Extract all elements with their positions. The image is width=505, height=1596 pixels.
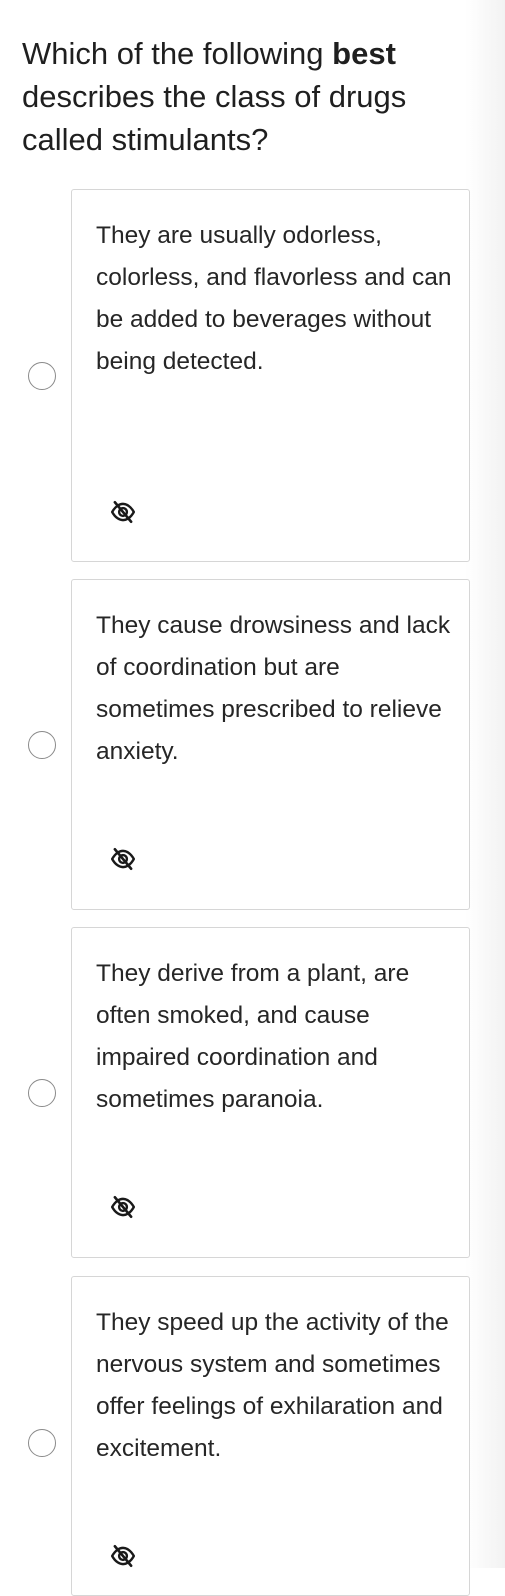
- radio-button[interactable]: [28, 731, 56, 759]
- answer-option-4[interactable]: They speed up the activity of the nervou…: [0, 1276, 505, 1596]
- eye-off-icon[interactable]: [110, 1543, 136, 1569]
- radio-button[interactable]: [28, 1429, 56, 1457]
- answer-text: They derive from a plant, are often smok…: [96, 960, 410, 1113]
- answer-option-1[interactable]: They are usually odorless, colorless, an…: [0, 189, 505, 562]
- answer-text: They cause drowsiness and lack of coordi…: [96, 612, 451, 765]
- radio-button[interactable]: [28, 1079, 56, 1107]
- answer-card[interactable]: They derive from a plant, are often smok…: [71, 927, 470, 1258]
- question-suffix: describes the class of drugs called stim…: [22, 79, 407, 157]
- question-prefix: Which of the following: [22, 36, 333, 71]
- answer-option-2[interactable]: They cause drowsiness and lack of coordi…: [0, 579, 505, 910]
- eye-off-icon[interactable]: [110, 1194, 136, 1220]
- radio-button[interactable]: [28, 362, 56, 390]
- answer-card[interactable]: They speed up the activity of the nervou…: [71, 1276, 470, 1596]
- answer-text: They are usually odorless, colorless, an…: [96, 222, 452, 375]
- answer-card[interactable]: They cause drowsiness and lack of coordi…: [71, 579, 470, 910]
- eye-off-icon[interactable]: [110, 846, 136, 872]
- answer-option-3[interactable]: They derive from a plant, are often smok…: [0, 927, 505, 1258]
- answer-text: They speed up the activity of the nervou…: [96, 1309, 449, 1462]
- answer-card[interactable]: They are usually odorless, colorless, an…: [71, 189, 470, 562]
- question-text: Which of the following best describes th…: [22, 32, 462, 161]
- question-emphasis: best: [332, 36, 396, 71]
- eye-off-icon[interactable]: [110, 499, 136, 525]
